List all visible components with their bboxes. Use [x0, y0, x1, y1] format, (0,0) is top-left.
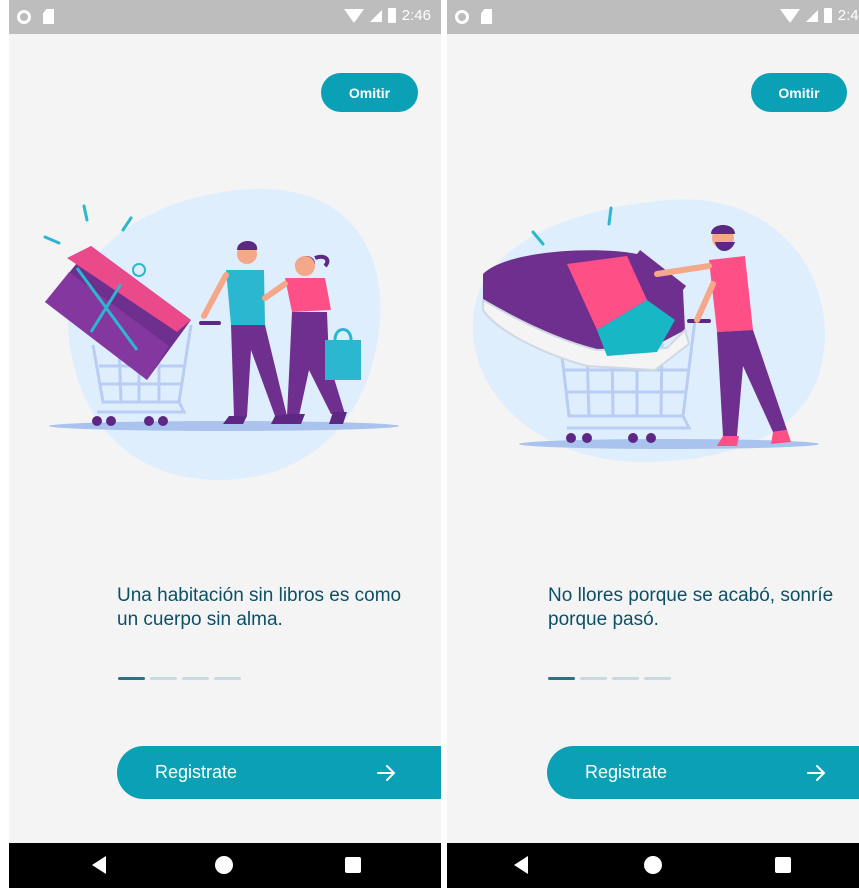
skip-button[interactable]: Omitir — [751, 73, 847, 112]
signal-icon — [805, 9, 818, 22]
page-dot — [214, 677, 241, 680]
recent-apps-icon[interactable] — [345, 857, 361, 873]
sneaker-cart-illustration — [472, 199, 826, 463]
register-button[interactable]: Registrate — [547, 746, 859, 799]
wifi-icon — [779, 8, 800, 23]
battery-icon — [387, 8, 396, 23]
status-time: 2:46 — [401, 7, 431, 24]
arrow-right-icon — [377, 765, 396, 781]
wifi-icon — [343, 8, 364, 23]
onboarding-screen-2: 2:46 Omitir No llores porque se ac — [447, 0, 859, 888]
status-bar: 2:46 — [447, 0, 859, 34]
status-bar: 2:46 — [9, 0, 441, 34]
page-dot — [182, 677, 209, 680]
page-dot — [644, 677, 671, 680]
register-label: Registrate — [155, 762, 238, 782]
quote-text: Una habitación sin libros es como un cue… — [117, 585, 402, 630]
register-button[interactable]: Registrate — [117, 746, 441, 799]
notification-circle-icon — [17, 9, 31, 24]
skip-button[interactable]: Omitir — [321, 73, 418, 112]
quote-text: No llores porque se acabó, sonríe porque… — [548, 585, 834, 630]
register-label: Registrate — [585, 762, 668, 782]
navigation-bar — [9, 843, 441, 888]
back-icon[interactable] — [514, 856, 528, 874]
page-dot — [612, 677, 639, 680]
onboarding-screen-1: 2:46 Omitir Una habitación sin libros es… — [9, 0, 441, 888]
status-time: 2:46 — [837, 7, 859, 24]
battery-icon — [823, 8, 832, 23]
notification-circle-icon — [455, 9, 469, 24]
back-icon[interactable] — [92, 856, 106, 874]
recent-apps-icon[interactable] — [775, 857, 791, 873]
signal-icon — [369, 9, 382, 22]
page-dot — [580, 677, 607, 680]
sd-card-icon — [481, 9, 492, 24]
navigation-bar — [447, 843, 859, 888]
sd-card-icon — [43, 9, 54, 24]
home-icon[interactable] — [215, 856, 233, 874]
shopping-illustration — [43, 188, 399, 481]
page-dot-active — [548, 677, 575, 680]
page-dot — [150, 677, 177, 680]
page-indicator — [548, 677, 671, 680]
page-indicator — [118, 677, 241, 680]
page-dot-active — [118, 677, 145, 680]
home-icon[interactable] — [644, 856, 662, 874]
arrow-right-icon — [807, 765, 826, 781]
